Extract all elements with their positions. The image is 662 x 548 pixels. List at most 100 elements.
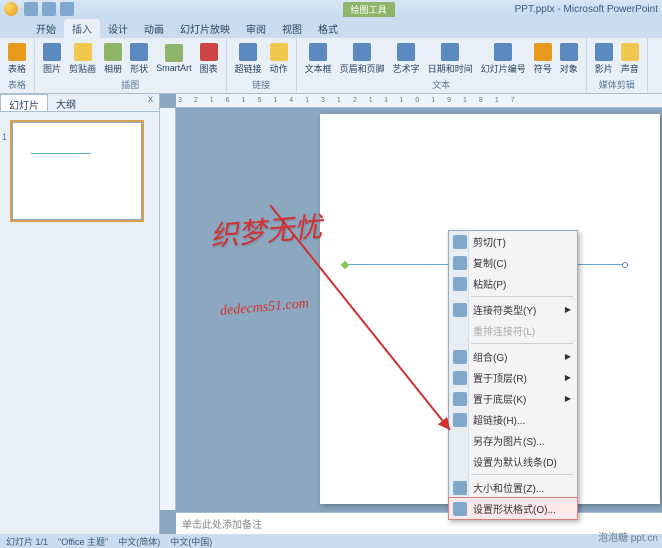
menu-item-label: 粘贴(P): [473, 276, 506, 291]
group-label: 链接: [233, 77, 290, 91]
close-icon[interactable]: x: [142, 94, 159, 111]
ribbon-item[interactable]: 动作: [268, 42, 290, 76]
艺术字-icon: [397, 43, 415, 61]
menu-item[interactable]: 组合(G) ▶: [449, 346, 577, 367]
menu-item[interactable]: 设置形状格式(O)...: [449, 498, 577, 519]
ribbon-item[interactable]: SmartArt: [154, 43, 194, 74]
menu-item[interactable]: 设置为默认线条(D): [449, 451, 577, 472]
menu-separator: [471, 474, 573, 475]
qat-redo-icon[interactable]: [60, 2, 74, 16]
ribbon-item[interactable]: 相册: [102, 42, 124, 76]
ribbon-group-4: 影片声音媒体剪辑: [587, 38, 648, 93]
ribbon-item-label: 文本框: [305, 62, 332, 75]
horizontal-ruler: 3216151413121110191817: [176, 94, 662, 108]
menu-item-label: 组合(G): [473, 349, 507, 364]
ribbon-item-label: 超链接: [235, 62, 262, 75]
超链接-icon: [239, 43, 257, 61]
menu-item-label: 剪切(T): [473, 234, 506, 249]
ribbon-item[interactable]: 影片: [593, 42, 615, 76]
shape-handle-start[interactable]: [341, 261, 349, 269]
tab-slides[interactable]: 幻灯片: [0, 94, 48, 111]
ribbon-item-label: 表格: [8, 62, 26, 75]
ribbon-item[interactable]: 图片: [41, 42, 63, 76]
menu-item-icon: [453, 502, 467, 516]
符号-icon: [534, 43, 552, 61]
tab-4[interactable]: 幻灯片放映: [172, 19, 238, 38]
tab-outline[interactable]: 大纲: [48, 94, 84, 111]
tab-5[interactable]: 审阅: [238, 19, 274, 38]
ribbon-item-label: 相册: [104, 62, 122, 75]
menu-item[interactable]: 置于底层(K)▶: [449, 388, 577, 409]
ribbon-item[interactable]: 对象: [558, 42, 580, 76]
menu-item[interactable]: 连接符类型(Y) ▶: [449, 299, 577, 320]
slide-panel: 幻灯片 大纲 x 1: [0, 94, 160, 534]
menu-item[interactable]: 另存为图片(S)...: [449, 430, 577, 451]
ribbon-item[interactable]: 页眉和页脚: [338, 42, 387, 76]
menu-item-icon: [453, 277, 467, 291]
ribbon-item[interactable]: 文本框: [303, 42, 334, 76]
shape-handle-end[interactable]: [622, 262, 628, 268]
ribbon-item[interactable]: 超链接: [233, 42, 264, 76]
menu-item-label: 设置为默认线条(D): [473, 454, 557, 469]
menu-item[interactable]: 粘贴(P): [449, 273, 577, 294]
ribbon-item[interactable]: 幻灯片编号: [479, 42, 528, 76]
group-label: 插图: [41, 77, 220, 91]
menu-separator: [471, 296, 573, 297]
menu-item-label: 置于顶层(R): [473, 370, 527, 385]
日期和时间-icon: [441, 43, 459, 61]
ribbon-item[interactable]: 剪贴画: [67, 42, 98, 76]
ribbon-item[interactable]: 声音: [619, 42, 641, 76]
ribbon-item-label: 页眉和页脚: [340, 62, 385, 75]
group-label: 文本: [303, 77, 580, 91]
quick-access-toolbar: [24, 2, 74, 16]
slide-thumbnail[interactable]: [12, 122, 142, 220]
chevron-right-icon: ▶: [565, 394, 571, 403]
menu-item[interactable]: 剪切(T): [449, 231, 577, 252]
ribbon-item-label: SmartArt: [156, 63, 192, 73]
ribbon-item[interactable]: 形状: [128, 42, 150, 76]
menu-item-icon: [453, 235, 467, 249]
menu-separator: [471, 343, 573, 344]
tab-0[interactable]: 开始: [28, 19, 64, 38]
ribbon-item-label: 形状: [130, 62, 148, 75]
chevron-right-icon: ▶: [565, 305, 571, 314]
ribbon-item[interactable]: 表格: [6, 42, 28, 76]
剪贴画-icon: [74, 43, 92, 61]
watermark-corner: 泡泡糖 ppt.cn: [598, 529, 658, 544]
menu-item-icon: [453, 413, 467, 427]
ribbon-tabs: 开始插入设计动画幻灯片放映审阅视图格式: [0, 18, 662, 38]
menu-item-label: 连接符类型(Y): [473, 302, 536, 317]
group-label: 媒体剪辑: [593, 77, 641, 91]
menu-item[interactable]: 复制(C): [449, 252, 577, 273]
tab-7[interactable]: 格式: [310, 19, 346, 38]
menu-item[interactable]: 置于顶层(R)▶: [449, 367, 577, 388]
menu-item[interactable]: 大小和位置(Z)...: [449, 477, 577, 498]
qat-undo-icon[interactable]: [42, 2, 56, 16]
ribbon-item-label: 动作: [270, 62, 288, 75]
ribbon-group-3: 文本框页眉和页脚艺术字日期和时间幻灯片编号符号对象文本: [297, 38, 587, 93]
声音-icon: [621, 43, 639, 61]
ribbon-item[interactable]: 符号: [532, 42, 554, 76]
menu-item-icon: [453, 481, 467, 495]
office-orb[interactable]: [4, 2, 18, 16]
ribbon-item[interactable]: 日期和时间: [426, 42, 475, 76]
document-title: PPT.pptx - Microsoft PowerPoint: [515, 4, 658, 15]
qat-save-icon[interactable]: [24, 2, 38, 16]
chevron-right-icon: ▶: [565, 352, 571, 361]
tab-1[interactable]: 插入: [64, 19, 100, 38]
ribbon-item-label: 声音: [621, 62, 639, 75]
影片-icon: [595, 43, 613, 61]
ribbon-item[interactable]: 图表: [198, 42, 220, 76]
group-label: 表格: [6, 77, 28, 91]
ribbon-item[interactable]: 艺术字: [391, 42, 422, 76]
menu-item-label: 大小和位置(Z)...: [473, 480, 544, 495]
tab-3[interactable]: 动画: [136, 19, 172, 38]
notes-pane[interactable]: 单击此处添加备注: [176, 512, 662, 534]
menu-item-icon: [453, 371, 467, 385]
menu-item[interactable]: 超链接(H)...: [449, 409, 577, 430]
menu-item-icon: [453, 303, 467, 317]
slide-number: 1: [2, 132, 7, 142]
ribbon-item-label: 日期和时间: [428, 62, 473, 75]
tab-6[interactable]: 视图: [274, 19, 310, 38]
tab-2[interactable]: 设计: [100, 19, 136, 38]
